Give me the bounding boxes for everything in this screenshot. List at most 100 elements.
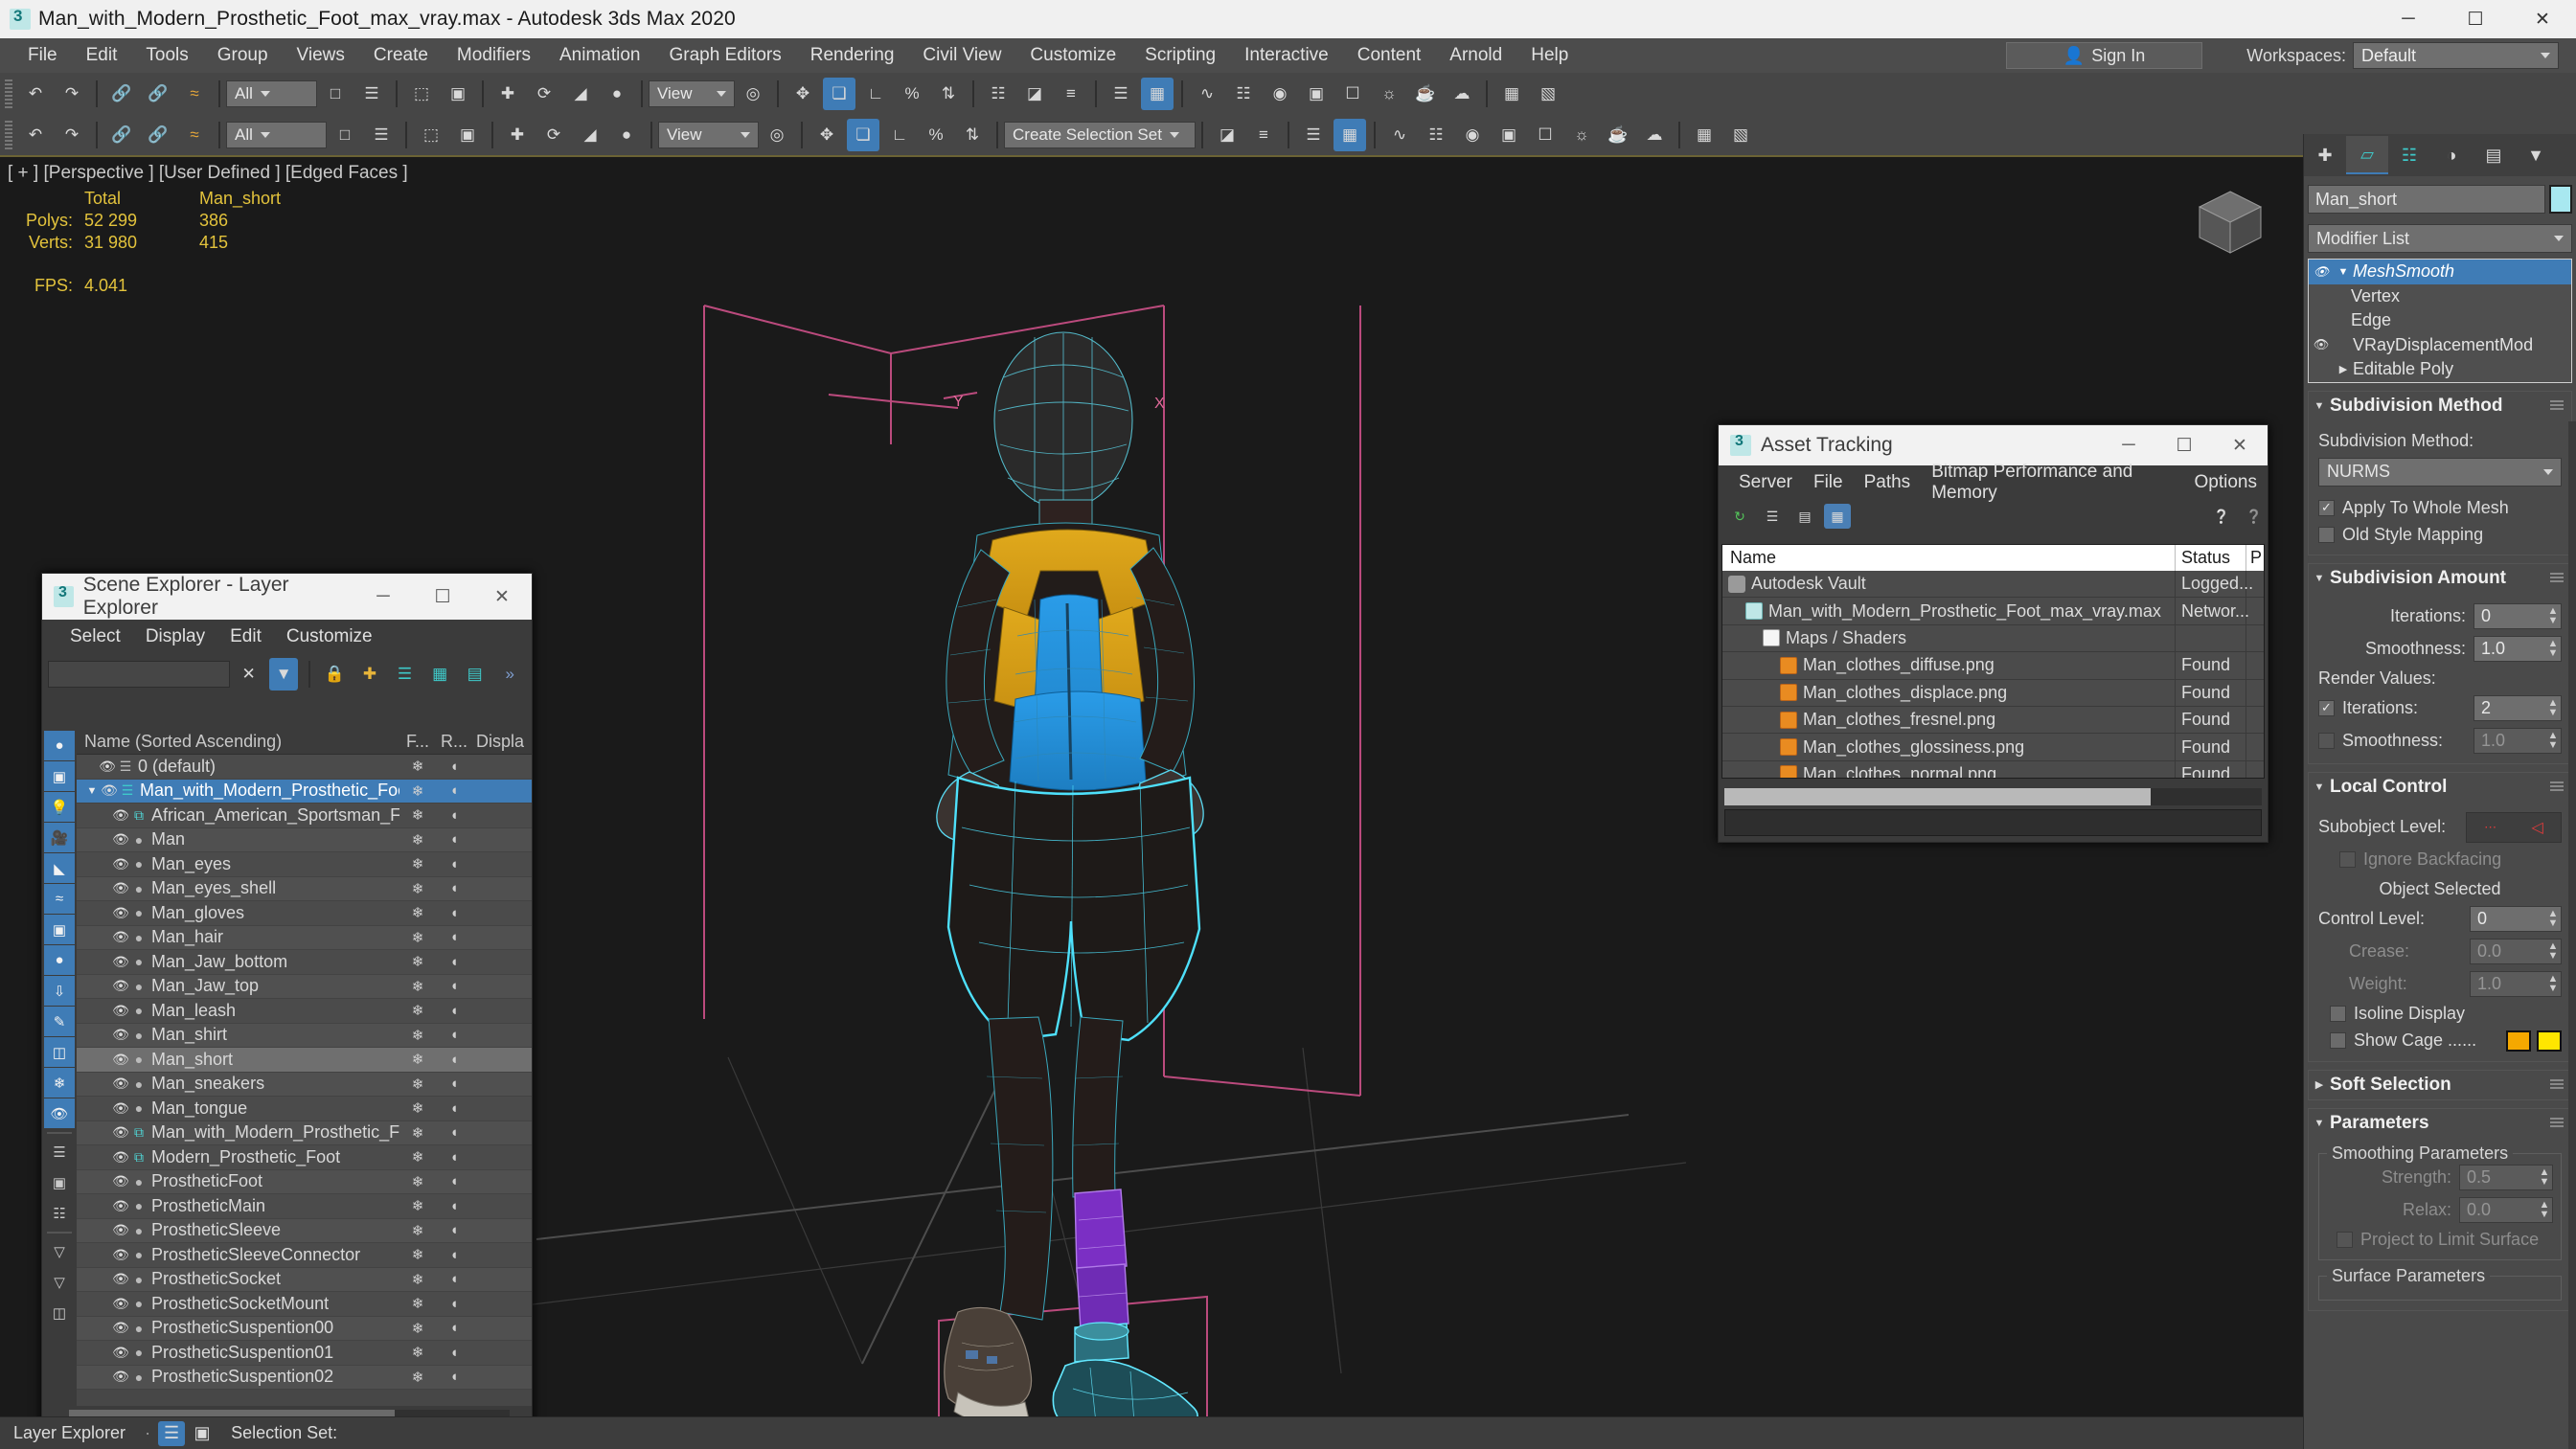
renderable-teapot-icon[interactable]: ◖ xyxy=(436,1124,472,1141)
renderable-teapot-icon[interactable]: ◖ xyxy=(436,1320,472,1336)
filter-shapes-icon[interactable]: ▣ xyxy=(44,761,75,791)
bind-to-space-warp-icon[interactable]: ≈ xyxy=(178,78,211,110)
eye-icon[interactable]: 👁 xyxy=(111,856,130,872)
modifier-list-dropdown[interactable]: Modifier List xyxy=(2308,224,2572,253)
asset-tracking-row[interactable]: Maps / Shaders xyxy=(1722,624,2264,653)
menu-modifiers[interactable]: Modifiers xyxy=(443,38,545,73)
freeze-icon[interactable]: ❄ xyxy=(399,1344,436,1361)
manipulate-icon[interactable]: ✥ xyxy=(810,119,843,151)
chevron-right-icon[interactable]: ▶ xyxy=(2334,363,2353,375)
unlink-selection-icon[interactable]: 🔗 xyxy=(142,119,174,151)
eye-icon[interactable]: 👁 xyxy=(111,880,130,896)
freeze-icon[interactable]: ❄ xyxy=(399,806,436,824)
filter-containers-icon[interactable]: ◫ xyxy=(44,1037,75,1067)
filter-spacewarps-icon[interactable]: ≈ xyxy=(44,884,75,914)
command-panel-scrollbar[interactable] xyxy=(2568,421,2576,1449)
at-col-name[interactable]: Name xyxy=(1722,545,2176,571)
menu-interactive[interactable]: Interactive xyxy=(1230,38,1343,73)
at-col-path[interactable]: P xyxy=(2246,548,2264,568)
schematic-view-icon[interactable]: ☷ xyxy=(1227,78,1260,110)
scene-explorer-row[interactable]: 👁 ● ProstheticSleeve ❄ ◖ xyxy=(77,1218,532,1243)
add-selection-to-layer-icon[interactable]: ☰ xyxy=(391,658,420,691)
align-2-icon[interactable]: ≡ xyxy=(1247,119,1280,151)
scene-explorer-close-button[interactable]: ✕ xyxy=(472,574,532,620)
eye-icon[interactable]: 👁 xyxy=(111,1271,130,1287)
scene-explorer-row[interactable]: 👁 ● Man_Jaw_top ❄ ◖ xyxy=(77,974,532,999)
eye-icon[interactable]: 👁 xyxy=(111,1027,130,1043)
modifier-stack-item-editable-poly[interactable]: ▶ Editable Poly xyxy=(2309,357,2571,382)
rollout-header-soft-selection[interactable]: ▶ Soft Selection xyxy=(2309,1070,2571,1099)
eye-icon[interactable]: 👁 xyxy=(2309,264,2334,280)
scene-explorer-row[interactable]: ▼ 👁 ☰ Man_with_Modern_Prosthetic_Foot ❄ ◖ xyxy=(77,779,532,804)
add-layer-icon[interactable]: ✚ xyxy=(355,658,384,691)
renderable-teapot-icon[interactable]: ◖ xyxy=(436,1369,472,1385)
help-icon[interactable]: ❔ xyxy=(2208,504,2235,529)
col-header-name[interactable]: Name (Sorted Ascending) xyxy=(77,732,399,752)
asset-tracking-grid[interactable]: Name Status P Autodesk Vault Logged... Man… xyxy=(1721,544,2265,779)
asset-tracking-minimize-button[interactable]: ─ xyxy=(2101,425,2156,465)
cage-color-swatch-1[interactable] xyxy=(2506,1030,2531,1052)
modifier-stack-item-vertex[interactable]: Vertex xyxy=(2309,284,2571,309)
scene-explorer-row[interactable]: 👁 ● Man_sneakers ❄ ◖ xyxy=(77,1072,532,1097)
se-menu-edit[interactable]: Edit xyxy=(217,626,274,647)
filter-xrefs-icon[interactable]: ● xyxy=(44,945,75,975)
modifier-stack[interactable]: 👁 ▼ MeshSmooth Vertex Edge 👁 VRayDisplac… xyxy=(2308,259,2572,383)
filter-hidden-icon[interactable]: 👁 xyxy=(44,1098,75,1128)
freeze-icon[interactable]: ❄ xyxy=(399,1320,436,1337)
refresh-icon[interactable]: ↻ xyxy=(1726,504,1753,529)
eye-icon[interactable]: 👁 xyxy=(111,1198,130,1214)
toggle-layer-explorer-icon[interactable]: ☰ xyxy=(1297,119,1330,151)
freeze-icon[interactable]: ❄ xyxy=(399,904,436,921)
smoothness-spinner[interactable]: 1.0 ▲ ▼ xyxy=(2473,635,2562,662)
rendered-frame-window-icon[interactable]: ☐ xyxy=(1336,78,1369,110)
render-iterative-2-icon[interactable]: ☕ xyxy=(1602,119,1634,151)
col-header-freeze[interactable]: F... xyxy=(399,732,436,752)
eye-icon[interactable]: 👁 xyxy=(111,1296,130,1312)
filter-helpers-icon[interactable]: ◣ xyxy=(44,853,75,883)
select-by-name-icon[interactable]: ☰ xyxy=(355,78,388,110)
undo-icon[interactable]: ↶ xyxy=(19,119,52,151)
renderable-teapot-icon[interactable]: ◖ xyxy=(436,831,472,848)
scene-explorer-row[interactable]: 👁 ● Man_leash ❄ ◖ xyxy=(77,999,532,1024)
cage-color-swatch-2[interactable] xyxy=(2537,1030,2562,1052)
status-select-icon[interactable]: ▣ xyxy=(189,1421,216,1446)
freeze-icon[interactable]: ❄ xyxy=(399,855,436,872)
menu-group[interactable]: Group xyxy=(203,38,283,73)
freeze-icon[interactable]: ❄ xyxy=(399,1222,436,1239)
mirror-icon[interactable]: ◪ xyxy=(1018,78,1051,110)
apply-whole-mesh-checkbox[interactable]: ✓ xyxy=(2318,499,2335,516)
at-col-status[interactable]: Status xyxy=(2176,545,2246,571)
redo-icon[interactable]: ↷ xyxy=(56,78,88,110)
tab-modify[interactable]: ▱ xyxy=(2346,136,2388,174)
modifier-stack-item-edge[interactable]: Edge xyxy=(2309,308,2571,333)
rotate-tool-icon[interactable]: ⟳ xyxy=(537,119,570,151)
selection-filter-select[interactable]: All xyxy=(226,80,317,107)
asset-tracking-row[interactable]: Man_clothes_diffuse.png Found xyxy=(1722,652,2264,680)
menu-customize[interactable]: Customize xyxy=(1015,38,1130,73)
undo-icon[interactable]: ↶ xyxy=(19,78,52,110)
filter-particles-icon[interactable]: ✎ xyxy=(44,1007,75,1036)
eye-icon[interactable]: 👁 xyxy=(111,929,130,945)
menu-edit[interactable]: Edit xyxy=(72,38,132,73)
se-menu-display[interactable]: Display xyxy=(133,626,217,647)
renderable-teapot-icon[interactable]: ◖ xyxy=(436,1075,472,1092)
menu-views[interactable]: Views xyxy=(283,38,359,73)
asset-tracking-hscrollbar[interactable] xyxy=(1724,788,2262,805)
freeze-icon[interactable]: ❄ xyxy=(399,1124,436,1142)
scene-explorer-row[interactable]: 👁 ⧉ Man_with_Modern_Prosthetic_Foot ❄ ◖ xyxy=(77,1121,532,1145)
select-and-move-icon[interactable]: ✚ xyxy=(491,78,524,110)
tab-utilities[interactable]: ▼ xyxy=(2515,136,2557,174)
scene-explorer-row[interactable]: 👁 ☰ 0 (default) ❄ ◖ xyxy=(77,755,532,780)
curve-editor-icon[interactable]: ∿ xyxy=(1191,78,1223,110)
scene-explorer-row[interactable]: 👁 ● Man_gloves ❄ ◖ xyxy=(77,901,532,926)
renderable-teapot-icon[interactable]: ◖ xyxy=(436,1027,472,1043)
asset-tracking-close-button[interactable]: ✕ xyxy=(2212,425,2268,465)
detail-view-icon[interactable]: ☷ xyxy=(44,1198,75,1228)
crossing-selection-icon[interactable]: ▣ xyxy=(451,119,484,151)
toolbar-grip[interactable] xyxy=(5,79,12,108)
renderable-teapot-icon[interactable]: ◖ xyxy=(436,758,472,775)
rollout-header-subdivision-amount[interactable]: ▼ Subdivision Amount xyxy=(2309,563,2571,593)
eye-icon[interactable]: 👁 xyxy=(111,978,130,994)
render-iterations-spinner[interactable]: 2 ▲ ▼ xyxy=(2473,694,2562,721)
rollout-header-local-control[interactable]: ▼ Local Control xyxy=(2309,772,2571,802)
